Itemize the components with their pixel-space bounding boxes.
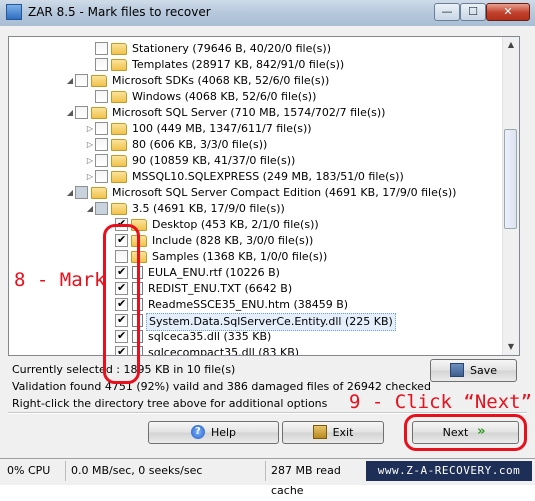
tree-row[interactable]: System.Data.SqlServerCe.Entity.dll (225 … xyxy=(105,312,396,331)
folder-icon xyxy=(111,155,127,167)
maximize-button[interactable]: ☐ xyxy=(460,3,486,21)
mark-checkbox[interactable] xyxy=(95,90,108,103)
help-icon: ? xyxy=(190,425,205,439)
tree-item-label[interactable]: EULA_ENU.rtf (10226 B) xyxy=(146,265,282,281)
mark-checkbox[interactable] xyxy=(75,186,88,199)
exit-label: Exit xyxy=(332,426,354,439)
directory-tree[interactable]: Stationery (79646 B, 40/20/0 file(s)) Tem… xyxy=(8,36,520,356)
dialog-body: Stationery (79646 B, 40/20/0 file(s)) Tem… xyxy=(0,26,535,458)
tree-item-label[interactable]: sqlcecompact35.dll (83 KB) xyxy=(146,345,301,355)
tree-item-label[interactable]: Windows (4068 KB, 52/6/0 file(s)) xyxy=(130,89,318,105)
tree-row[interactable]: ▷ 100 (449 MB, 1347/611/7 file(s)) xyxy=(85,121,314,137)
tree-row[interactable]: ▷ MSSQL10.SQLEXPRESS (249 MB, 183/51/0 fi… xyxy=(85,169,406,185)
scroll-thumb[interactable] xyxy=(504,129,517,229)
expand-toggle-icon[interactable]: ▷ xyxy=(85,137,95,153)
mark-checkbox[interactable] xyxy=(75,74,88,87)
mark-checkbox[interactable] xyxy=(95,170,108,183)
save-label: Save xyxy=(469,364,497,377)
annotation-mark-box xyxy=(103,224,140,384)
minimize-button[interactable]: — xyxy=(434,3,460,21)
tree-row[interactable]: ReadmeSSCE35_ENU.htm (38459 B) xyxy=(105,296,350,313)
exit-door-icon xyxy=(312,425,327,439)
tree-item-label[interactable]: REDIST_ENU.TXT (6642 B) xyxy=(146,281,294,297)
annotation-mark: 8 - Mark xyxy=(14,269,106,291)
folder-icon xyxy=(91,75,107,87)
mark-checkbox[interactable] xyxy=(95,154,108,167)
mark-checkbox[interactable] xyxy=(95,202,108,215)
close-button[interactable]: ✕ xyxy=(486,3,530,21)
save-button[interactable]: Save xyxy=(430,359,517,382)
tree-item-label[interactable]: Include (828 KB, 3/0/0 file(s)) xyxy=(150,233,315,249)
folder-icon xyxy=(91,107,107,119)
tree-rows: Stationery (79646 B, 40/20/0 file(s)) Tem… xyxy=(9,37,503,355)
expand-toggle-icon[interactable]: ▷ xyxy=(85,121,95,137)
expand-toggle-icon[interactable]: ◢ xyxy=(65,185,75,201)
folder-icon xyxy=(111,171,127,183)
tree-item-label[interactable]: 90 (10859 KB, 41/37/0 file(s)) xyxy=(130,153,297,169)
scroll-down-icon[interactable]: ▼ xyxy=(503,339,519,355)
tree-item-label[interactable]: 80 (606 KB, 3/3/0 file(s)) xyxy=(130,137,269,153)
tree-row[interactable]: ◢ Microsoft SDKs (4068 KB, 52/6/0 file(s)… xyxy=(65,73,331,89)
help-button[interactable]: ? Help xyxy=(148,421,279,444)
folder-icon xyxy=(111,203,127,215)
expand-toggle-icon[interactable]: ▷ xyxy=(85,169,95,185)
annotation-click-next: 9 - Click “Next” xyxy=(349,391,533,413)
tree-scrollbar[interactable]: ▲ ▼ xyxy=(502,37,519,355)
annotation-next-box xyxy=(404,414,527,451)
folder-icon xyxy=(111,123,127,135)
tree-item-label[interactable]: sqlceca35.dll (335 KB) xyxy=(146,329,273,345)
tree-item-label[interactable]: Templates (28917 KB, 842/91/0 file(s)) xyxy=(130,57,346,73)
tree-hint: Right-click the directory tree above for… xyxy=(12,397,328,410)
cpu-status: 0% CPU xyxy=(4,461,66,481)
tree-item-label[interactable]: 100 (449 MB, 1347/611/7 file(s)) xyxy=(130,121,314,137)
mark-checkbox[interactable] xyxy=(95,122,108,135)
tree-item-label[interactable]: Microsoft SDKs (4068 KB, 52/6/0 file(s)) xyxy=(110,73,331,89)
floppy-icon xyxy=(449,363,464,377)
folder-icon xyxy=(111,91,127,103)
tree-row[interactable]: ◢ Microsoft SQL Server (710 MB, 1574/702/… xyxy=(65,105,387,121)
folder-icon xyxy=(111,139,127,151)
mark-checkbox[interactable] xyxy=(75,106,88,119)
folder-icon xyxy=(111,43,127,55)
site-watermark: www.Z-A-RECOVERY.com xyxy=(366,461,532,481)
help-label: Help xyxy=(210,426,237,439)
tree-row[interactable]: ▷ 90 (10859 KB, 41/37/0 file(s)) xyxy=(85,153,297,169)
scroll-up-icon[interactable]: ▲ xyxy=(503,37,519,53)
tree-row[interactable]: Windows (4068 KB, 52/6/0 file(s)) xyxy=(85,89,318,105)
io-speed-status: 0.0 MB/sec, 0 seeks/sec xyxy=(68,461,266,481)
tree-item-label[interactable]: MSSQL10.SQLEXPRESS (249 MB, 183/51/0 fil… xyxy=(130,169,406,185)
tree-row[interactable]: ▷ 80 (606 KB, 3/3/0 file(s)) xyxy=(85,137,269,153)
mark-checkbox[interactable] xyxy=(95,58,108,71)
expand-toggle-icon[interactable]: ◢ xyxy=(85,201,95,217)
status-bar: 0% CPU 0.0 MB/sec, 0 seeks/sec 287 MB re… xyxy=(0,458,535,497)
tree-row[interactable]: ◢ Microsoft SQL Server Compact Edition (4… xyxy=(65,185,458,201)
expand-toggle-icon[interactable]: ▷ xyxy=(85,153,95,169)
title-bar: ZAR 8.5 - Mark files to recover — ☐ ✕ xyxy=(0,0,535,27)
tree-item-label[interactable]: ReadmeSSCE35_ENU.htm (38459 B) xyxy=(146,297,350,313)
cache-status: 287 MB read cache xyxy=(271,464,341,497)
exit-button[interactable]: Exit xyxy=(282,421,384,444)
tree-item-label[interactable]: Microsoft SQL Server (710 MB, 1574/702/7… xyxy=(110,105,387,121)
tree-row[interactable]: ◢ 3.5 (4691 KB, 17/9/0 file(s)) xyxy=(85,201,287,217)
expand-toggle-icon[interactable]: ◢ xyxy=(65,73,75,89)
tree-item-label[interactable]: Stationery (79646 B, 40/20/0 file(s)) xyxy=(130,41,333,57)
tree-item-label[interactable]: 3.5 (4691 KB, 17/9/0 file(s)) xyxy=(130,201,287,217)
tree-item-label[interactable]: Desktop (453 KB, 2/1/0 file(s)) xyxy=(150,217,321,233)
expand-toggle-icon[interactable]: ◢ xyxy=(65,105,75,121)
mark-checkbox[interactable] xyxy=(95,138,108,151)
tree-item-label[interactable]: Microsoft SQL Server Compact Edition (46… xyxy=(110,185,458,201)
folder-icon xyxy=(91,187,107,199)
tree-row[interactable]: Stationery (79646 B, 40/20/0 file(s)) xyxy=(85,41,333,57)
tree-row[interactable]: Templates (28917 KB, 842/91/0 file(s)) xyxy=(85,57,346,73)
mark-checkbox[interactable] xyxy=(95,42,108,55)
window-title: ZAR 8.5 - Mark files to recover xyxy=(28,5,211,19)
app-icon xyxy=(6,4,22,20)
tree-item-label[interactable]: Samples (1368 KB, 1/0/0 file(s)) xyxy=(150,249,329,265)
folder-icon xyxy=(111,59,127,71)
